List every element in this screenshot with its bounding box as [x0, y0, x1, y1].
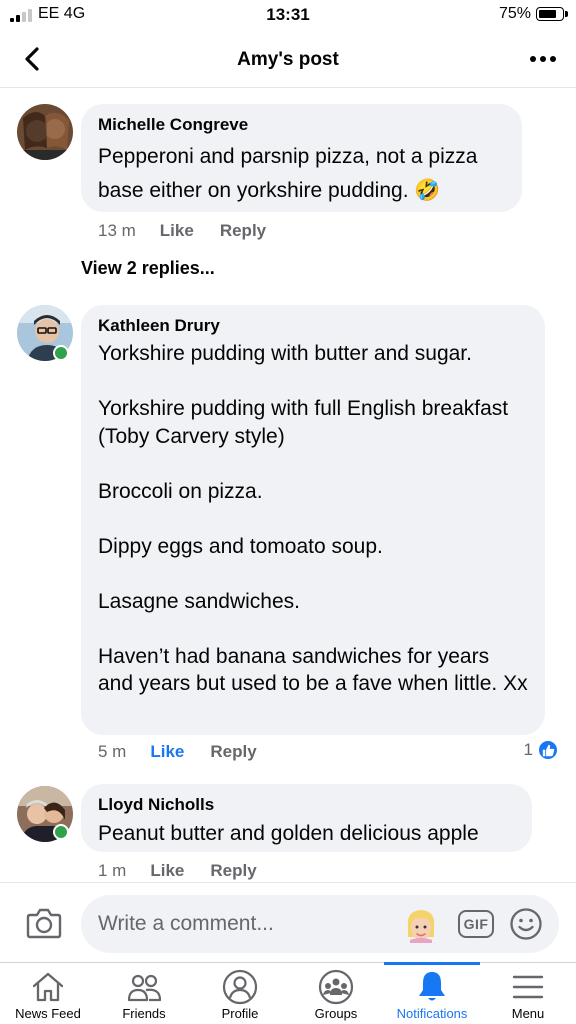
- tab-menu[interactable]: Menu: [480, 963, 576, 1024]
- avatar[interactable]: [17, 104, 73, 160]
- battery-percent: 75%: [498, 5, 531, 22]
- tab-label: Groups: [314, 1006, 358, 1021]
- comment-actions: 5 m Like Reply: [98, 742, 257, 762]
- bottom-tab-bar: News Feed Friends Profile Groups Notific…: [0, 962, 576, 1024]
- comment-author[interactable]: Lloyd Nicholls: [98, 795, 516, 815]
- comment-text: Pepperoni and parsnip pizza, not a pizza…: [98, 145, 478, 202]
- comment-text: Peanut butter and golden delicious apple: [98, 822, 479, 845]
- reply-button[interactable]: Reply: [210, 861, 256, 881]
- thumbs-up-icon: [537, 739, 559, 761]
- smiley-icon[interactable]: [509, 907, 543, 941]
- view-replies-link[interactable]: View 2 replies...: [81, 258, 215, 279]
- reaction-count: 1: [523, 740, 533, 759]
- camera-icon[interactable]: [26, 907, 62, 939]
- home-icon: [32, 972, 64, 1002]
- like-button[interactable]: Like: [150, 861, 184, 881]
- tab-friends[interactable]: Friends: [96, 963, 192, 1024]
- tab-label: Friends: [122, 1006, 166, 1021]
- online-status-dot: [53, 345, 69, 361]
- status-time: 13:31: [266, 5, 310, 24]
- tab-groups[interactable]: Groups: [288, 963, 384, 1024]
- groups-icon: [318, 969, 354, 1005]
- profile-icon: [222, 969, 258, 1005]
- comment-author[interactable]: Kathleen Drury: [98, 316, 529, 336]
- menu-icon: [512, 975, 544, 999]
- tab-label: Profile: [221, 1006, 259, 1021]
- like-button[interactable]: Like: [150, 742, 184, 762]
- comment-text: Yorkshire pudding with butter and sugar.…: [98, 342, 528, 695]
- more-dots-icon[interactable]: [530, 48, 556, 70]
- online-status-dot: [53, 824, 69, 840]
- reply-button[interactable]: Reply: [220, 221, 266, 241]
- tab-notifications[interactable]: Notifications: [384, 962, 480, 1024]
- comment-time: 13 m: [98, 221, 136, 240]
- comment-author[interactable]: Michelle Congreve: [98, 115, 506, 135]
- gif-icon[interactable]: GIF: [458, 910, 494, 938]
- battery-icon: [536, 7, 568, 21]
- tab-label: Menu: [511, 1006, 545, 1021]
- comment-bubble[interactable]: Lloyd Nicholls Peanut butter and golden …: [81, 784, 532, 852]
- page-title: Amy's post: [237, 49, 339, 70]
- friends-icon: [127, 974, 162, 1002]
- tab-label: Notifications: [396, 1006, 468, 1021]
- tab-label: News Feed: [15, 1006, 81, 1021]
- comment-actions: 13 m Like Reply: [98, 221, 266, 241]
- status-bar: EE 4G 13:31 75%: [0, 0, 576, 30]
- comment-bubble[interactable]: Kathleen Drury Yorkshire pudding with bu…: [81, 305, 545, 735]
- post-header: Amy's post: [0, 30, 576, 88]
- comment-actions: 1 m Like Reply: [98, 861, 257, 881]
- avatar-sticker-icon[interactable]: [404, 907, 438, 943]
- comment-composer: GIF: [0, 882, 576, 962]
- like-button[interactable]: Like: [160, 221, 194, 241]
- reply-button[interactable]: Reply: [210, 742, 256, 762]
- tab-profile[interactable]: Profile: [192, 963, 288, 1024]
- comment-bubble[interactable]: Michelle Congreve Pepperoni and parsnip …: [81, 104, 522, 212]
- bell-icon: [419, 972, 445, 1001]
- comment-time: 1 m: [98, 861, 127, 880]
- active-tab-indicator: [384, 962, 480, 965]
- reaction-summary[interactable]: 1: [524, 739, 559, 761]
- comment-time: 5 m: [98, 742, 127, 761]
- tab-news-feed[interactable]: News Feed: [0, 963, 96, 1024]
